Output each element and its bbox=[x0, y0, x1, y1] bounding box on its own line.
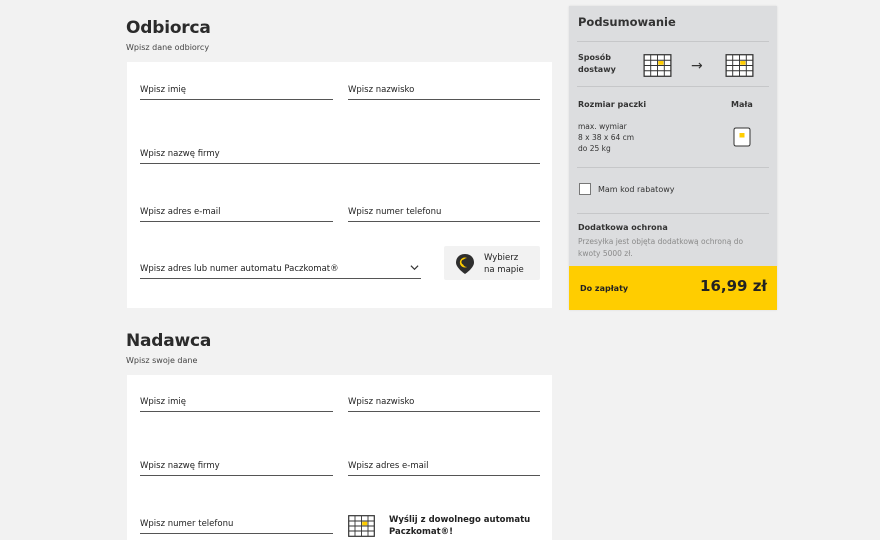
recipient-phone-placeholder: Wpisz numer telefonu bbox=[348, 207, 442, 217]
recipient-subtitle: Wpisz dane odbiorcy bbox=[126, 43, 210, 52]
parcel-size-value: Mała bbox=[731, 100, 753, 109]
arrow-right-icon: → bbox=[691, 58, 703, 74]
sender-first-name-input[interactable]: Wpisz imię bbox=[140, 388, 333, 412]
recipient-form: Wpisz imię Wpisz nazwisko Wpisz nazwę fi… bbox=[127, 62, 552, 308]
choose-on-map-button[interactable]: Wybierz na mapie bbox=[444, 246, 540, 280]
discount-code-label[interactable]: Mam kod rabatowy bbox=[598, 184, 674, 196]
parcel-size-label: Rozmiar paczki bbox=[578, 100, 647, 109]
sender-subtitle: Wpisz swoje dane bbox=[126, 356, 198, 365]
recipient-locker-placeholder: Wpisz adres lub numer automatu Paczkomat… bbox=[140, 264, 339, 274]
summary-title: Podsumowanie bbox=[578, 15, 676, 29]
sender-company-placeholder: Wpisz nazwę firmy bbox=[140, 461, 220, 471]
map-pin-icon bbox=[456, 254, 474, 274]
delivery-method-label: Sposób dostawy bbox=[578, 53, 616, 74]
sender-title: Nadawca bbox=[126, 331, 212, 351]
choose-on-map-label: Wybierz na mapie bbox=[484, 253, 524, 275]
sender-phone-input[interactable]: Wpisz numer telefonu bbox=[140, 510, 333, 534]
order-summary-panel: Podsumowanie Sposób dostawy → Rozmiar pa… bbox=[569, 6, 777, 310]
recipient-last-name-placeholder: Wpisz nazwisko bbox=[348, 85, 415, 95]
amount-due-price: 16,99 zł bbox=[700, 277, 767, 295]
sender-company-input[interactable]: Wpisz nazwę firmy bbox=[140, 452, 333, 476]
chevron-down-icon[interactable] bbox=[410, 263, 419, 272]
amount-due-label: Do zapłaty bbox=[580, 284, 629, 293]
sender-first-name-placeholder: Wpisz imię bbox=[140, 397, 186, 407]
recipient-first-name-placeholder: Wpisz imię bbox=[140, 85, 186, 95]
send-from-any-locker-text: Wyślij z dowolnego automatu Paczkomat®! bbox=[389, 515, 531, 537]
sender-email-placeholder: Wpisz adres e-mail bbox=[348, 461, 429, 471]
recipient-company-placeholder: Wpisz nazwę firmy bbox=[140, 149, 220, 159]
recipient-first-name-input[interactable]: Wpisz imię bbox=[140, 76, 333, 100]
sender-last-name-input[interactable]: Wpisz nazwisko bbox=[348, 388, 540, 412]
extra-protection-title: Dodatkowa ochrona bbox=[578, 223, 668, 232]
parcel-dimensions: max. wymiar 8 x 38 x 64 cm do 25 kg bbox=[578, 122, 635, 153]
extra-protection-text: Przesyłka jest objęta dodatkową ochroną … bbox=[578, 237, 744, 258]
sender-form: Wpisz imię Wpisz nazwisko Wpisz nazwę fi… bbox=[127, 375, 552, 540]
sender-email-input[interactable]: Wpisz adres e-mail bbox=[348, 452, 540, 476]
recipient-phone-input[interactable]: Wpisz numer telefonu bbox=[348, 198, 540, 222]
amount-due-bar: Do zapłaty 16,99 zł bbox=[569, 266, 777, 310]
small-parcel-icon bbox=[733, 127, 751, 147]
recipient-parcel-locker-icon bbox=[725, 54, 754, 77]
parcel-locker-icon bbox=[348, 515, 375, 537]
discount-code-checkbox[interactable] bbox=[579, 183, 591, 195]
divider bbox=[577, 167, 769, 168]
divider bbox=[577, 213, 769, 214]
recipient-locker-select[interactable]: Wpisz adres lub numer automatu Paczkomat… bbox=[140, 255, 421, 279]
divider bbox=[577, 41, 769, 42]
divider bbox=[577, 86, 769, 87]
recipient-last-name-input[interactable]: Wpisz nazwisko bbox=[348, 76, 540, 100]
recipient-email-input[interactable]: Wpisz adres e-mail bbox=[140, 198, 333, 222]
recipient-title: Odbiorca bbox=[126, 18, 211, 38]
sender-phone-placeholder: Wpisz numer telefonu bbox=[140, 519, 234, 529]
recipient-company-input[interactable]: Wpisz nazwę firmy bbox=[140, 140, 540, 164]
recipient-email-placeholder: Wpisz adres e-mail bbox=[140, 207, 221, 217]
sender-last-name-placeholder: Wpisz nazwisko bbox=[348, 397, 415, 407]
sender-parcel-locker-icon bbox=[643, 54, 672, 77]
